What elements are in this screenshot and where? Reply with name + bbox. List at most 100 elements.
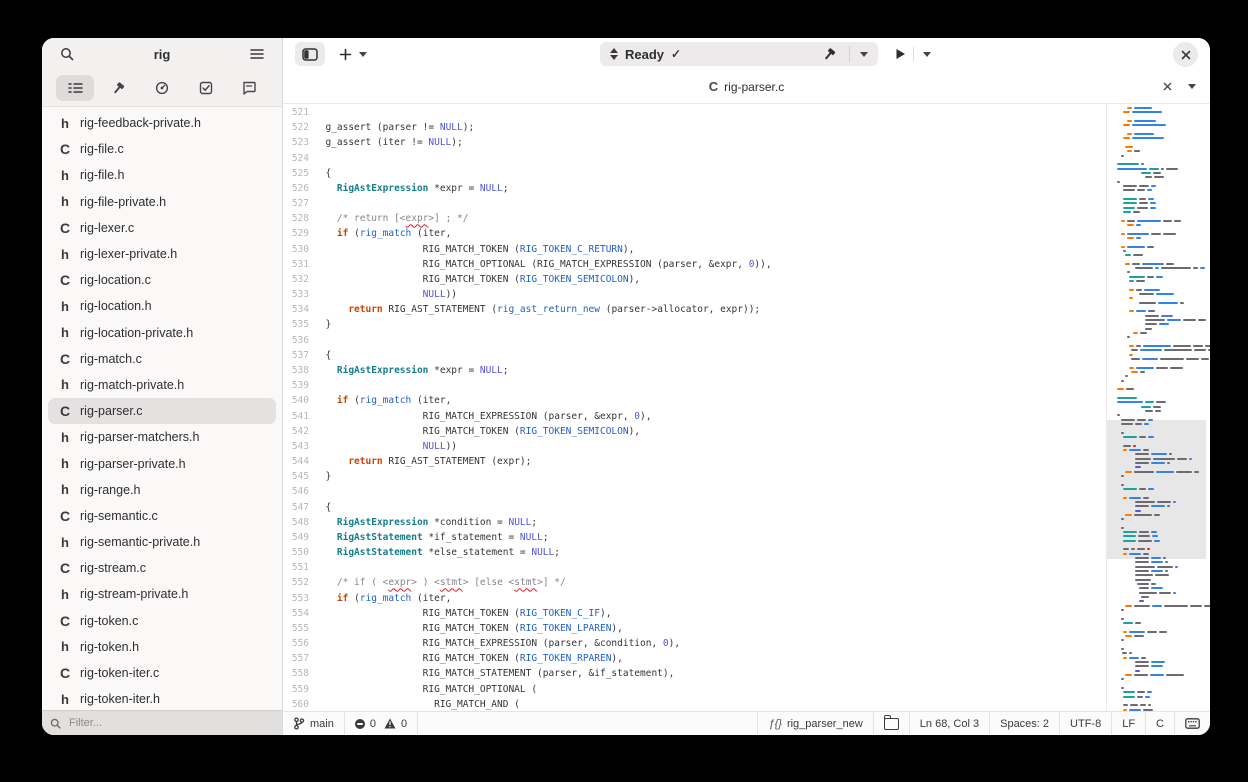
panel-tab-web[interactable] [143,75,181,101]
file-item[interactable]: Crig-semantic.c [48,503,276,529]
file-item[interactable]: h rig-file-private.h [48,189,276,215]
code-line[interactable]: 535 } [283,317,1100,332]
code-line[interactable]: 538 RigAstExpression *expr = NULL; [283,363,1100,378]
code-line[interactable]: 549 RigAstStatement *if_statement = NULL… [283,530,1100,545]
search-button[interactable] [54,42,80,66]
file-item[interactable]: Crig-location.c [48,267,276,293]
file-item[interactable]: h rig-match-private.h [48,372,276,398]
tab-active-file[interactable]: C rig-parser.c [283,79,1210,94]
new-page-button[interactable] [335,42,371,66]
file-item[interactable]: h rig-semantic-private.h [48,529,276,555]
branch-icon [293,717,305,730]
run-button[interactable] [887,42,913,66]
code-line[interactable]: 537 { [283,348,1100,363]
keyboard-settings-button[interactable] [1174,712,1210,735]
code-line[interactable]: 521 [283,105,1100,120]
code-line[interactable]: 523 g_assert (iter != NULL); [283,135,1100,150]
code-line[interactable]: 553 if (rig_match (iter, [283,591,1100,606]
file-item[interactable]: Crig-file.c [48,136,276,162]
file-item[interactable]: h rig-feedback-private.h [48,110,276,136]
code-line[interactable]: 558 RIG_MATCH_STATEMENT (parser, &if_sta… [283,666,1100,681]
code-line[interactable]: 559 RIG_MATCH_OPTIONAL ( [283,682,1100,697]
code-line[interactable]: 525 { [283,166,1100,181]
code-line[interactable]: 522 g_assert (parser != NULL); [283,120,1100,135]
code-line[interactable]: 536 [283,333,1100,348]
menu-button[interactable] [244,42,270,66]
file-type-icon: C [59,141,71,158]
code-line[interactable]: 532 RIG_MATCH_TOKEN (RIG_TOKEN_SEMICOLON… [283,272,1100,287]
project-folder-button[interactable] [872,712,909,735]
file-item[interactable]: h rig-location.h [48,293,276,319]
code-line[interactable]: 524 [283,151,1100,166]
code-line[interactable]: 541 RIG_MATCH_EXPRESSION (parser, &expr,… [283,408,1100,423]
git-branch-indicator[interactable]: main [283,712,345,735]
file-item[interactable]: h rig-parser-matchers.h [48,424,276,450]
window-close-button[interactable] [1173,42,1198,67]
code-line[interactable]: 544 return RIG_AST_STATEMENT (expr); [283,454,1100,469]
code-line[interactable]: 533 NULL)) [283,287,1100,302]
file-item[interactable]: h rig-file.h [48,162,276,188]
tab-list-dropdown[interactable] [1188,84,1196,89]
file-item[interactable]: Crig-parser.c [48,398,276,425]
code-line[interactable]: 526 RigAstExpression *expr = NULL; [283,181,1100,196]
line-number: 521 [291,107,309,119]
code-line[interactable]: 531 RIG_MATCH_OPTIONAL (RIG_MATCH_EXPRES… [283,257,1100,272]
code-line[interactable]: 543 NULL)) [283,439,1100,454]
code-line[interactable]: 552 /* if ( <expr> ) <stmt> [else <stmt>… [283,575,1100,590]
code-line[interactable]: 551 [283,560,1100,575]
build-options-button[interactable] [850,42,878,66]
file-item[interactable]: h rig-parser-private.h [48,450,276,476]
file-item[interactable]: Crig-token-iter.c [48,660,276,686]
code-line[interactable]: 555 RIG_MATCH_TOKEN (RIG_TOKEN_LPAREN), [283,621,1100,636]
indentation-setting[interactable]: Spaces: 2 [989,712,1059,735]
code-line[interactable]: 545 } [283,469,1100,484]
code-line[interactable]: 547 { [283,499,1100,514]
file-item[interactable]: h rig-stream-private.h [48,581,276,607]
cursor-position[interactable]: Ln 68, Col 3 [908,712,989,735]
minimap[interactable] [1106,104,1210,711]
file-item[interactable]: Crig-token.c [48,608,276,634]
code-line[interactable]: 550 RigAstStatement *else_statement = NU… [283,545,1100,560]
code-line[interactable]: 556 RIG_MATCH_EXPRESSION (parser, &condi… [283,636,1100,651]
code-line[interactable]: 529 if (rig_match (iter, [283,226,1100,241]
file-item[interactable]: h rig-lexer-private.h [48,241,276,267]
panel-tab-build[interactable] [100,75,138,101]
diagnostics-indicator[interactable]: 0 0 [345,712,419,735]
panel-tab-todo[interactable] [187,75,225,101]
code-line[interactable]: 554 RIG_MATCH_TOKEN (RIG_TOKEN_C_IF), [283,606,1100,621]
toggle-sidebar-button[interactable] [295,42,325,66]
file-item[interactable]: h rig-token.h [48,634,276,660]
build-button[interactable] [809,42,849,66]
filter-input[interactable] [67,716,231,730]
symbol-context[interactable]: ƒ{} rig_parser_new [757,712,872,735]
panel-tab-chat[interactable] [230,75,268,101]
source-view[interactable]: 521 522 g_assert (parser != NULL); 523 g_a… [283,105,1100,711]
code-line[interactable]: 530 RIG_MATCH_TOKEN (RIG_TOKEN_C_RETURN)… [283,242,1100,257]
code-line[interactable]: 528 /* return [<expr>] ; */ [283,211,1100,226]
code-line[interactable]: 560 RIG_MATCH_AND ( [283,697,1100,711]
code-line[interactable]: 546 [283,484,1100,499]
tab-close-button[interactable] [1163,82,1172,91]
run-options-button[interactable] [914,42,940,66]
omnibar[interactable]: Ready ✓ [600,42,878,66]
code-editor[interactable]: 521 522 g_assert (parser != NULL); 523 g_a… [283,104,1210,711]
file-item[interactable]: Crig-stream.c [48,555,276,581]
language-setting[interactable]: C [1145,712,1174,735]
code-line[interactable]: 527 [283,196,1100,211]
file-item[interactable]: h rig-token-iter.h [48,686,276,710]
build-status-label: Ready [625,46,665,62]
code-line[interactable]: 557 RIG_MATCH_TOKEN (RIG_TOKEN_RPAREN), [283,651,1100,666]
file-item[interactable]: Crig-match.c [48,346,276,372]
file-item[interactable]: Crig-lexer.c [48,215,276,241]
code-line[interactable]: 548 RigAstExpression *condition = NULL; [283,515,1100,530]
encoding-setting[interactable]: UTF-8 [1059,712,1111,735]
file-name: rig-match.c [80,351,142,366]
line-ending-setting[interactable]: LF [1111,712,1145,735]
code-line[interactable]: 539 [283,378,1100,393]
file-item[interactable]: h rig-location-private.h [48,320,276,346]
panel-tab-project-tree[interactable] [56,75,94,101]
code-line[interactable]: 534 return RIG_AST_STATEMENT (rig_ast_re… [283,302,1100,317]
file-item[interactable]: h rig-range.h [48,477,276,503]
code-line[interactable]: 542 RIG_MATCH_TOKEN (RIG_TOKEN_SEMICOLON… [283,424,1100,439]
code-line[interactable]: 540 if (rig_match (iter, [283,393,1100,408]
